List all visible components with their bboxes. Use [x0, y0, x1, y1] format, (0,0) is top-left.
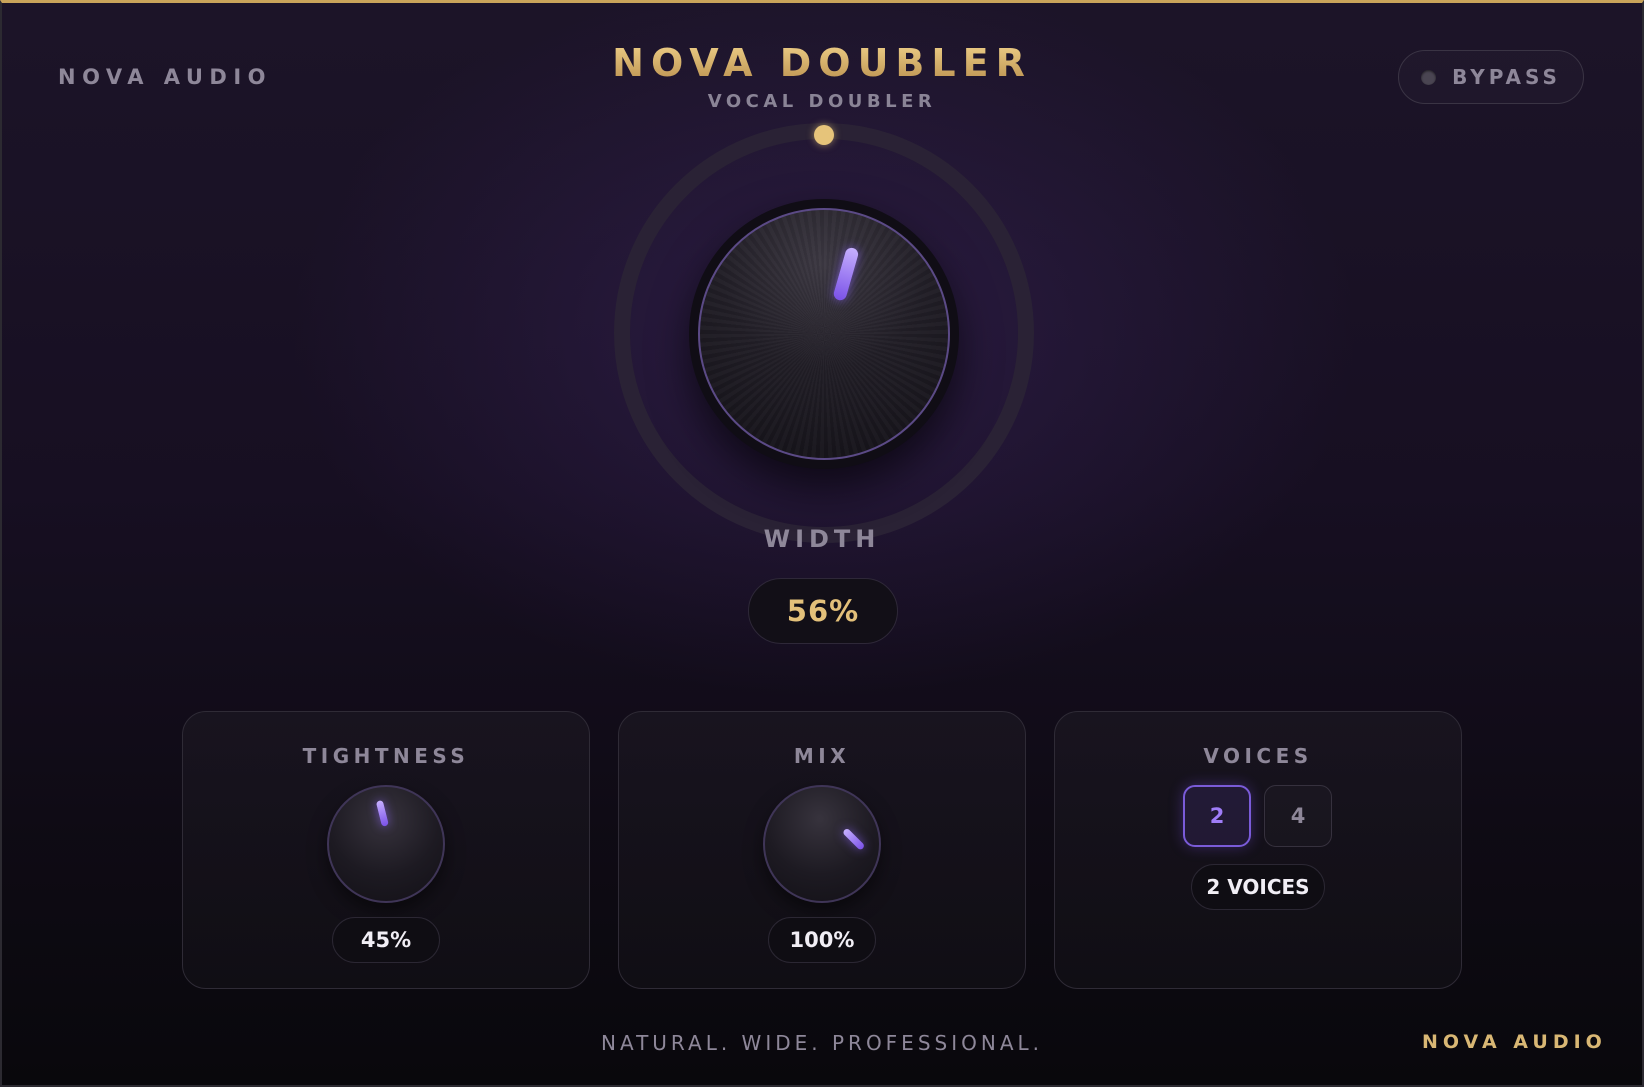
width-ring-marker-icon — [814, 125, 834, 145]
plugin-title: NOVA DOUBLER — [2, 41, 1642, 85]
tightness-knob[interactable] — [327, 785, 445, 903]
tightness-panel: TIGHTNESS 45% — [182, 711, 590, 989]
voices-option-2-button[interactable]: 2 — [1183, 785, 1251, 847]
tightness-label: TIGHTNESS — [302, 744, 470, 768]
width-knob[interactable] — [698, 208, 950, 460]
mix-value-display: 100% — [768, 917, 876, 963]
bypass-led-icon — [1421, 69, 1437, 85]
bypass-label: BYPASS — [1452, 65, 1561, 89]
bypass-button[interactable]: BYPASS — [1398, 50, 1584, 104]
plugin-subtitle: VOCAL DOUBLER — [707, 91, 937, 112]
plugin-window: NOVA AUDIO NOVA DOUBLER VOCAL DOUBLER BY… — [0, 0, 1644, 1087]
width-value-display: 56% — [748, 578, 898, 644]
voices-option-4-button[interactable]: 4 — [1264, 785, 1332, 847]
mix-label: MIX — [793, 744, 851, 768]
footer-tagline: NATURAL. WIDE. PROFESSIONAL. — [600, 1031, 1043, 1055]
brand-logo-right: NOVA AUDIO — [1422, 1031, 1607, 1053]
voices-readout: 2 VOICES — [1191, 864, 1325, 910]
tightness-value-display: 45% — [332, 917, 440, 963]
width-label: WIDTH — [763, 525, 881, 553]
voices-panel: VOICES 2 4 2 VOICES — [1054, 711, 1462, 989]
mix-panel: MIX 100% — [618, 711, 1026, 989]
voices-label: VOICES — [1203, 744, 1313, 768]
